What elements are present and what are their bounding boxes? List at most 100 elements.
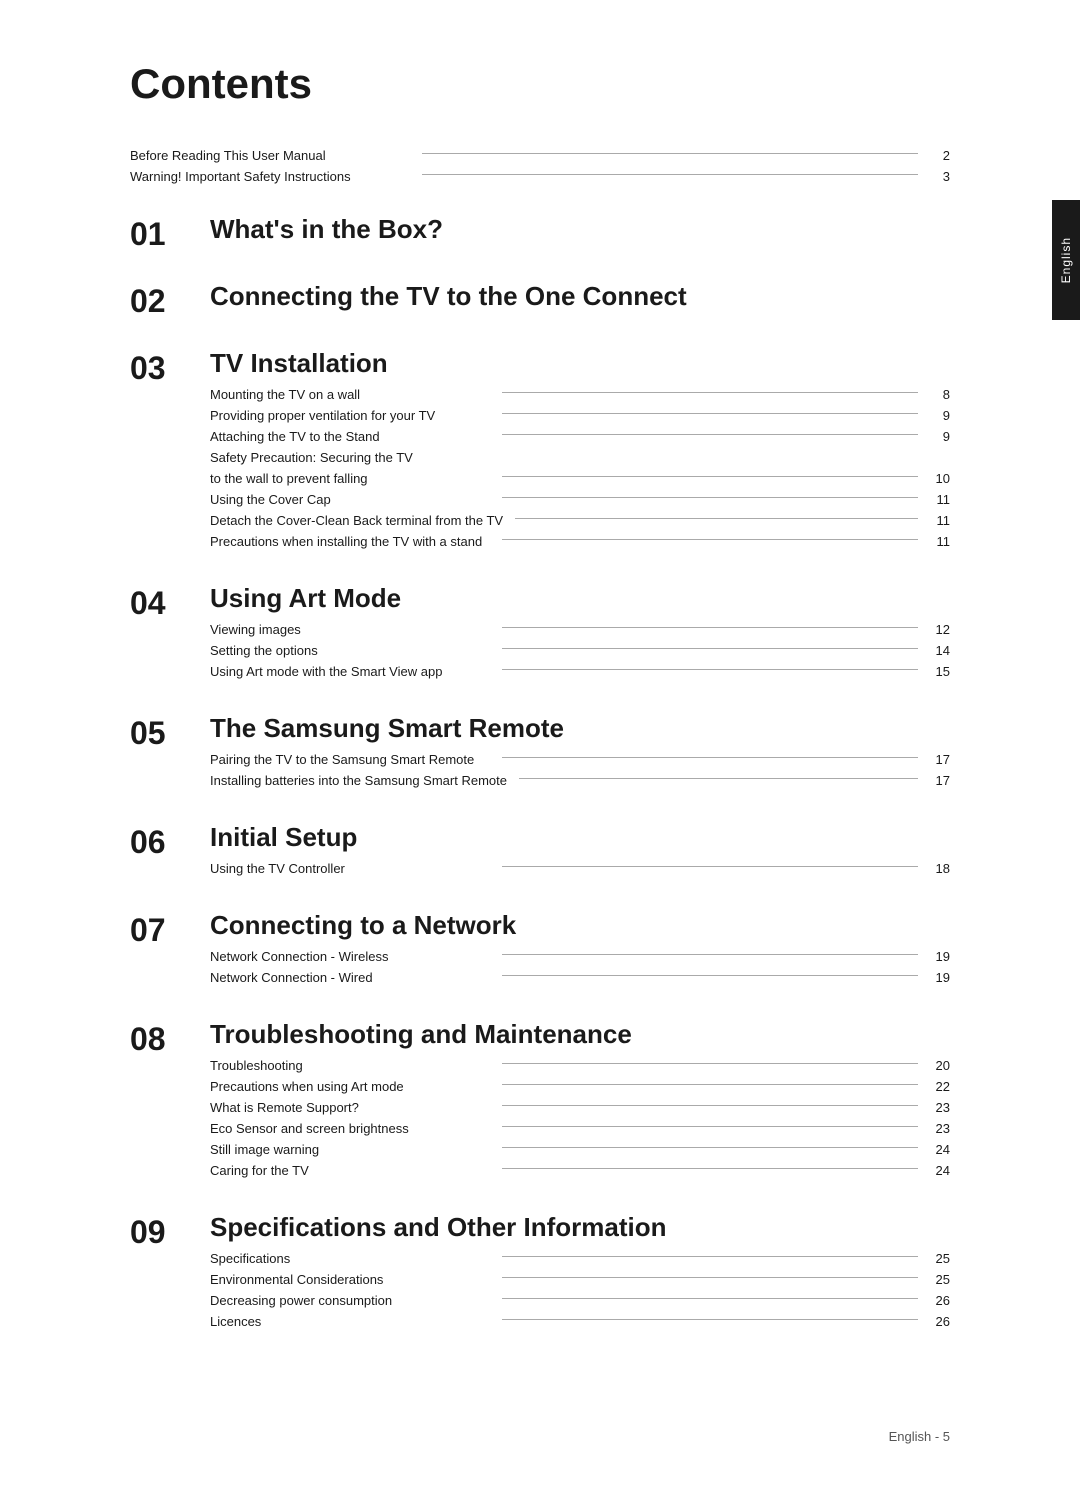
toc-label: Pairing the TV to the Samsung Smart Remo…: [210, 752, 490, 767]
section-number: 08: [130, 1019, 210, 1184]
toc-label: Precautions when using Art mode: [210, 1079, 490, 1094]
toc-dots: [502, 1298, 918, 1299]
section-items: Using the TV Controller18: [210, 861, 950, 876]
toc-page: 19: [930, 970, 950, 985]
toc-page: 25: [930, 1251, 950, 1266]
toc-row: Decreasing power consumption26: [210, 1293, 950, 1308]
toc-label: Detach the Cover-Clean Back terminal fro…: [210, 513, 503, 528]
toc-dots: [502, 669, 918, 670]
page-footer: English - 5: [889, 1429, 950, 1444]
toc-section: 06Initial SetupUsing the TV Controller18: [130, 822, 950, 882]
toc-row: Precautions when using Art mode22: [210, 1079, 950, 1094]
page-container: English Contents Before Reading This Use…: [0, 0, 1080, 1494]
toc-page: 12: [930, 622, 950, 637]
section-number: 01: [130, 214, 210, 253]
toc-row: Viewing images12: [210, 622, 950, 637]
section-content: Troubleshooting and Maintenance Troublesh…: [210, 1019, 950, 1184]
toc-row: Environmental Considerations 25: [210, 1272, 950, 1287]
toc-dots: [502, 627, 918, 628]
toc-dots: [502, 1256, 918, 1257]
toc-row: Troubleshooting20: [210, 1058, 950, 1073]
section-items: Network Connection - Wireless19Network C…: [210, 949, 950, 985]
toc-row: Mounting the TV on a wall8: [210, 387, 950, 402]
toc-dots: [502, 1277, 918, 1278]
toc-page: 17: [930, 773, 950, 788]
section-items: Pairing the TV to the Samsung Smart Remo…: [210, 752, 950, 788]
section-title: Connecting the TV to the One Connect: [210, 281, 950, 312]
toc-label: What is Remote Support?: [210, 1100, 490, 1115]
section-number: 02: [130, 281, 210, 320]
sidebar-tab: English: [1052, 200, 1080, 320]
toc-row: Network Connection - Wired 19: [210, 970, 950, 985]
toc-dots: [502, 757, 918, 758]
toc-page: 9: [930, 408, 950, 423]
toc-dots: [502, 1063, 918, 1064]
section-title: Using Art Mode: [210, 583, 950, 614]
toc-row: Still image warning 24: [210, 1142, 950, 1157]
toc-label: Using the TV Controller: [210, 861, 490, 876]
section-title: Connecting to a Network: [210, 910, 950, 941]
toc-label: Attaching the TV to the Stand: [210, 429, 490, 444]
toc-label: Caring for the TV: [210, 1163, 490, 1178]
toc-page: 24: [930, 1142, 950, 1157]
toc-row: Eco Sensor and screen brightness23: [210, 1121, 950, 1136]
toc-row: Setting the options14: [210, 643, 950, 658]
section-content: Specifications and Other Information Spec…: [210, 1212, 950, 1335]
toc-label: Network Connection - Wired: [210, 970, 490, 985]
section-number: 07: [130, 910, 210, 991]
toc-label: Setting the options: [210, 643, 490, 658]
section-content: Connecting to a Network Network Connectio…: [210, 910, 950, 991]
section-title: Specifications and Other Information: [210, 1212, 950, 1243]
toc-label: Network Connection - Wireless: [210, 949, 490, 964]
toc-dots: [502, 866, 918, 867]
section-content: TV InstallationMounting the TV on a wall…: [210, 348, 950, 555]
toc-section: 03TV InstallationMounting the TV on a wa…: [130, 348, 950, 555]
toc-section: 08Troubleshooting and MaintenanceTrouble…: [130, 1019, 950, 1184]
toc-label: Safety Precaution: Securing the TV: [210, 450, 490, 465]
pre-section: Before Reading This User Manual2Warning!…: [130, 148, 950, 184]
toc-dots: [502, 434, 918, 435]
section-title: The Samsung Smart Remote: [210, 713, 950, 744]
page-title: Contents: [130, 60, 950, 108]
toc-dots: [519, 778, 918, 779]
toc-dots: [502, 1147, 918, 1148]
toc-row: What is Remote Support?23: [210, 1100, 950, 1115]
toc-row: Using the Cover Cap11: [210, 492, 950, 507]
toc-dots: [502, 954, 918, 955]
sections-container: 01What's in the Box? 02Connecting the TV …: [130, 214, 950, 1335]
toc-dots: [422, 153, 918, 154]
toc-row: Caring for the TV24: [210, 1163, 950, 1178]
toc-row: Attaching the TV to the Stand9: [210, 429, 950, 444]
toc-dots: [515, 518, 918, 519]
toc-page: 19: [930, 949, 950, 964]
toc-dots: [502, 392, 918, 393]
toc-dots: [502, 413, 918, 414]
toc-label: Specifications: [210, 1251, 490, 1266]
toc-section: 09Specifications and Other InformationSp…: [130, 1212, 950, 1335]
section-items: Troubleshooting20 Precautions when using …: [210, 1058, 950, 1178]
toc-page: 23: [930, 1121, 950, 1136]
toc-page: 3: [930, 169, 950, 184]
toc-label: Mounting the TV on a wall: [210, 387, 490, 402]
toc-label: Providing proper ventilation for your TV: [210, 408, 490, 423]
toc-row: Providing proper ventilation for your TV…: [210, 408, 950, 423]
section-items: Specifications25Environmental Considerat…: [210, 1251, 950, 1329]
toc-row: Specifications 25: [210, 1251, 950, 1266]
toc-label: Licences: [210, 1314, 490, 1329]
section-number: 05: [130, 713, 210, 794]
toc-label: Environmental Considerations: [210, 1272, 490, 1287]
section-title: Troubleshooting and Maintenance: [210, 1019, 950, 1050]
toc-section: 01What's in the Box?: [130, 214, 950, 253]
toc-page: 11: [930, 513, 950, 528]
toc-label: Still image warning: [210, 1142, 490, 1157]
section-content: Initial SetupUsing the TV Controller18: [210, 822, 950, 882]
toc-dots: [502, 1319, 918, 1320]
toc-dots: [502, 1105, 918, 1106]
toc-page: 25: [930, 1272, 950, 1287]
toc-label: Troubleshooting: [210, 1058, 490, 1073]
toc-page: 11: [930, 534, 950, 549]
toc-row: Detach the Cover-Clean Back terminal fro…: [210, 513, 950, 528]
toc-dots: [502, 1084, 918, 1085]
toc-dots: [502, 497, 918, 498]
toc-row: Licences26: [210, 1314, 950, 1329]
